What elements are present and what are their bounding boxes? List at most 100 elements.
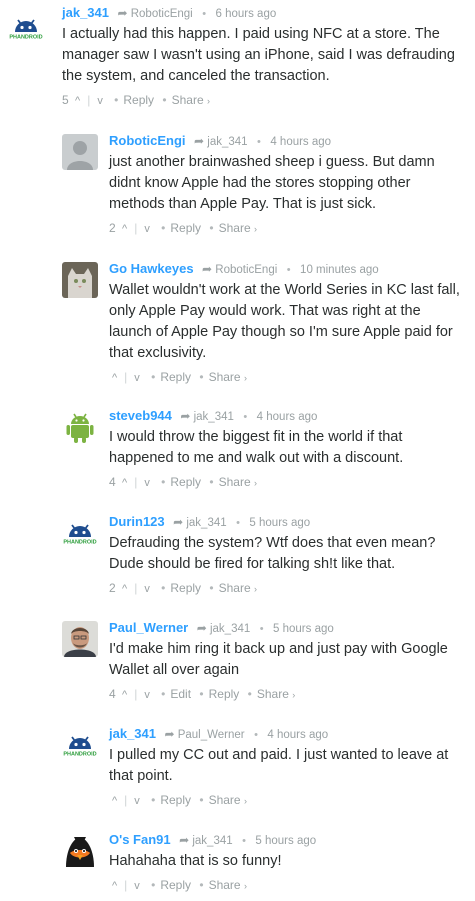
separator-dot: • <box>161 687 166 701</box>
reply-link[interactable]: Reply <box>160 878 191 892</box>
avatar[interactable]: PHANDROID <box>8 10 44 46</box>
timestamp[interactable]: 4 hours ago <box>267 729 328 741</box>
parent-author-link[interactable]: ➦ jak_341 <box>173 515 227 529</box>
cat-avatar-icon <box>62 262 98 298</box>
parent-author-name[interactable]: jak_341 <box>210 623 250 635</box>
avatar[interactable] <box>62 621 98 657</box>
timestamp[interactable]: 4 hours ago <box>257 411 318 423</box>
separator-dot: • <box>247 687 252 701</box>
author-name[interactable]: Durin123 <box>109 514 165 529</box>
vote-divider: | <box>124 793 128 807</box>
author-name[interactable]: jak_341 <box>109 726 156 741</box>
comment-footer: ^ | v • Reply • Share › <box>109 790 467 810</box>
comment-item: PHANDROID jak_341 ➦ RoboticEngi • 6 hour… <box>8 4 467 112</box>
parent-author-link[interactable]: ➦ jak_341 <box>179 833 233 847</box>
parent-author-link[interactable]: ➦ RoboticEngi <box>117 6 193 20</box>
author-name[interactable]: Paul_Werner <box>109 620 188 635</box>
avatar[interactable] <box>62 134 98 170</box>
avatar[interactable]: PHANDROID <box>62 727 98 763</box>
author-name[interactable]: steveb944 <box>109 408 172 423</box>
oriole-bird-icon <box>62 833 98 869</box>
timestamp[interactable]: 6 hours ago <box>216 8 277 20</box>
reply-link[interactable]: Reply <box>209 687 240 701</box>
timestamp[interactable]: 4 hours ago <box>270 136 331 148</box>
comment-item: RoboticEngi ➦ jak_341 • 4 hours ago just… <box>62 132 467 242</box>
upvote-icon[interactable]: ^ <box>109 795 120 807</box>
downvote-icon[interactable]: v <box>141 223 153 235</box>
author-name[interactable]: Go Hawkeyes <box>109 261 194 276</box>
downvote-icon[interactable]: v <box>141 689 153 701</box>
downvote-icon[interactable]: v <box>94 95 106 107</box>
parent-author-name[interactable]: jak_341 <box>186 517 226 529</box>
downvote-icon[interactable]: v <box>131 795 143 807</box>
share-caret-icon: › <box>253 224 257 234</box>
comment-meta: Paul_Werner ➦ jak_341 • 5 hours ago <box>109 619 467 637</box>
parent-author-name[interactable]: jak_341 <box>207 136 247 148</box>
upvote-icon[interactable]: ^ <box>109 880 120 892</box>
downvote-icon[interactable]: v <box>131 372 143 384</box>
parent-author-link[interactable]: ➦ jak_341 <box>197 621 251 635</box>
reply-link[interactable]: Reply <box>160 370 191 384</box>
timestamp[interactable]: 5 hours ago <box>273 623 334 635</box>
reply-link[interactable]: Reply <box>170 581 201 595</box>
reply-link[interactable]: Reply <box>170 475 201 489</box>
parent-author-name[interactable]: RoboticEngi <box>215 264 277 276</box>
share-link[interactable]: Share <box>219 475 251 489</box>
upvote-icon[interactable]: ^ <box>119 223 130 235</box>
separator-dot: • <box>162 93 167 107</box>
separator-dot: • <box>209 221 214 235</box>
author-name[interactable]: jak_341 <box>62 5 109 20</box>
upvote-icon[interactable]: ^ <box>119 583 130 595</box>
reply-link[interactable]: Reply <box>170 221 201 235</box>
share-link[interactable]: Share <box>219 581 251 595</box>
downvote-icon[interactable]: v <box>141 477 153 489</box>
parent-author-link[interactable]: ➦ Paul_Werner <box>164 727 245 741</box>
android-avatar-icon: PHANDROID <box>8 10 44 46</box>
parent-author-name[interactable]: RoboticEngi <box>131 8 193 20</box>
comment-body: steveb944 ➦ jak_341 • 4 hours ago I woul… <box>109 407 467 492</box>
separator-dot: • <box>286 264 291 276</box>
android-green-icon <box>62 409 98 445</box>
reply-link[interactable]: Reply <box>160 793 191 807</box>
parent-author-link[interactable]: ➦ RoboticEngi <box>202 262 277 276</box>
vote-divider: | <box>134 475 138 489</box>
downvote-icon[interactable]: v <box>131 880 143 892</box>
vote-count: 4 <box>109 687 116 701</box>
separator-dot: • <box>236 517 240 529</box>
author-name[interactable]: O's Fan91 <box>109 832 171 847</box>
parent-author-link[interactable]: ➦ jak_341 <box>180 409 234 423</box>
reply-link[interactable]: Reply <box>123 93 154 107</box>
author-name[interactable]: RoboticEngi <box>109 133 186 148</box>
avatar[interactable] <box>62 409 98 445</box>
share-caret-icon: › <box>243 796 247 806</box>
upvote-icon[interactable]: ^ <box>72 95 83 107</box>
comment-footer: ^ | v • Reply • Share › <box>109 367 467 387</box>
share-link[interactable]: Share <box>209 370 241 384</box>
upvote-icon[interactable]: ^ <box>119 477 130 489</box>
separator-dot: • <box>199 878 204 892</box>
comment-body: Go Hawkeyes ➦ RoboticEngi • 10 minutes a… <box>109 260 467 387</box>
share-link[interactable]: Share <box>172 93 204 107</box>
share-link[interactable]: Share <box>257 687 289 701</box>
timestamp[interactable]: 10 minutes ago <box>300 264 379 276</box>
edit-link[interactable]: Edit <box>170 687 191 701</box>
avatar[interactable]: PHANDROID <box>62 515 98 551</box>
timestamp[interactable]: 5 hours ago <box>255 835 316 847</box>
downvote-icon[interactable]: v <box>141 583 153 595</box>
android-avatar-icon: PHANDROID <box>62 727 98 763</box>
parent-author-name[interactable]: Paul_Werner <box>178 729 245 741</box>
avatar[interactable] <box>62 262 98 298</box>
avatar[interactable] <box>62 833 98 869</box>
share-link[interactable]: Share <box>209 793 241 807</box>
separator-dot: • <box>161 221 166 235</box>
parent-author-link[interactable]: ➦ jak_341 <box>194 134 248 148</box>
share-link[interactable]: Share <box>219 221 251 235</box>
share-link[interactable]: Share <box>209 878 241 892</box>
parent-author-name[interactable]: jak_341 <box>194 411 234 423</box>
separator-dot: • <box>161 475 166 489</box>
parent-author-name[interactable]: jak_341 <box>192 835 232 847</box>
upvote-icon[interactable]: ^ <box>119 689 130 701</box>
upvote-icon[interactable]: ^ <box>109 372 120 384</box>
vote-count: 2 <box>109 581 116 595</box>
timestamp[interactable]: 5 hours ago <box>249 517 310 529</box>
